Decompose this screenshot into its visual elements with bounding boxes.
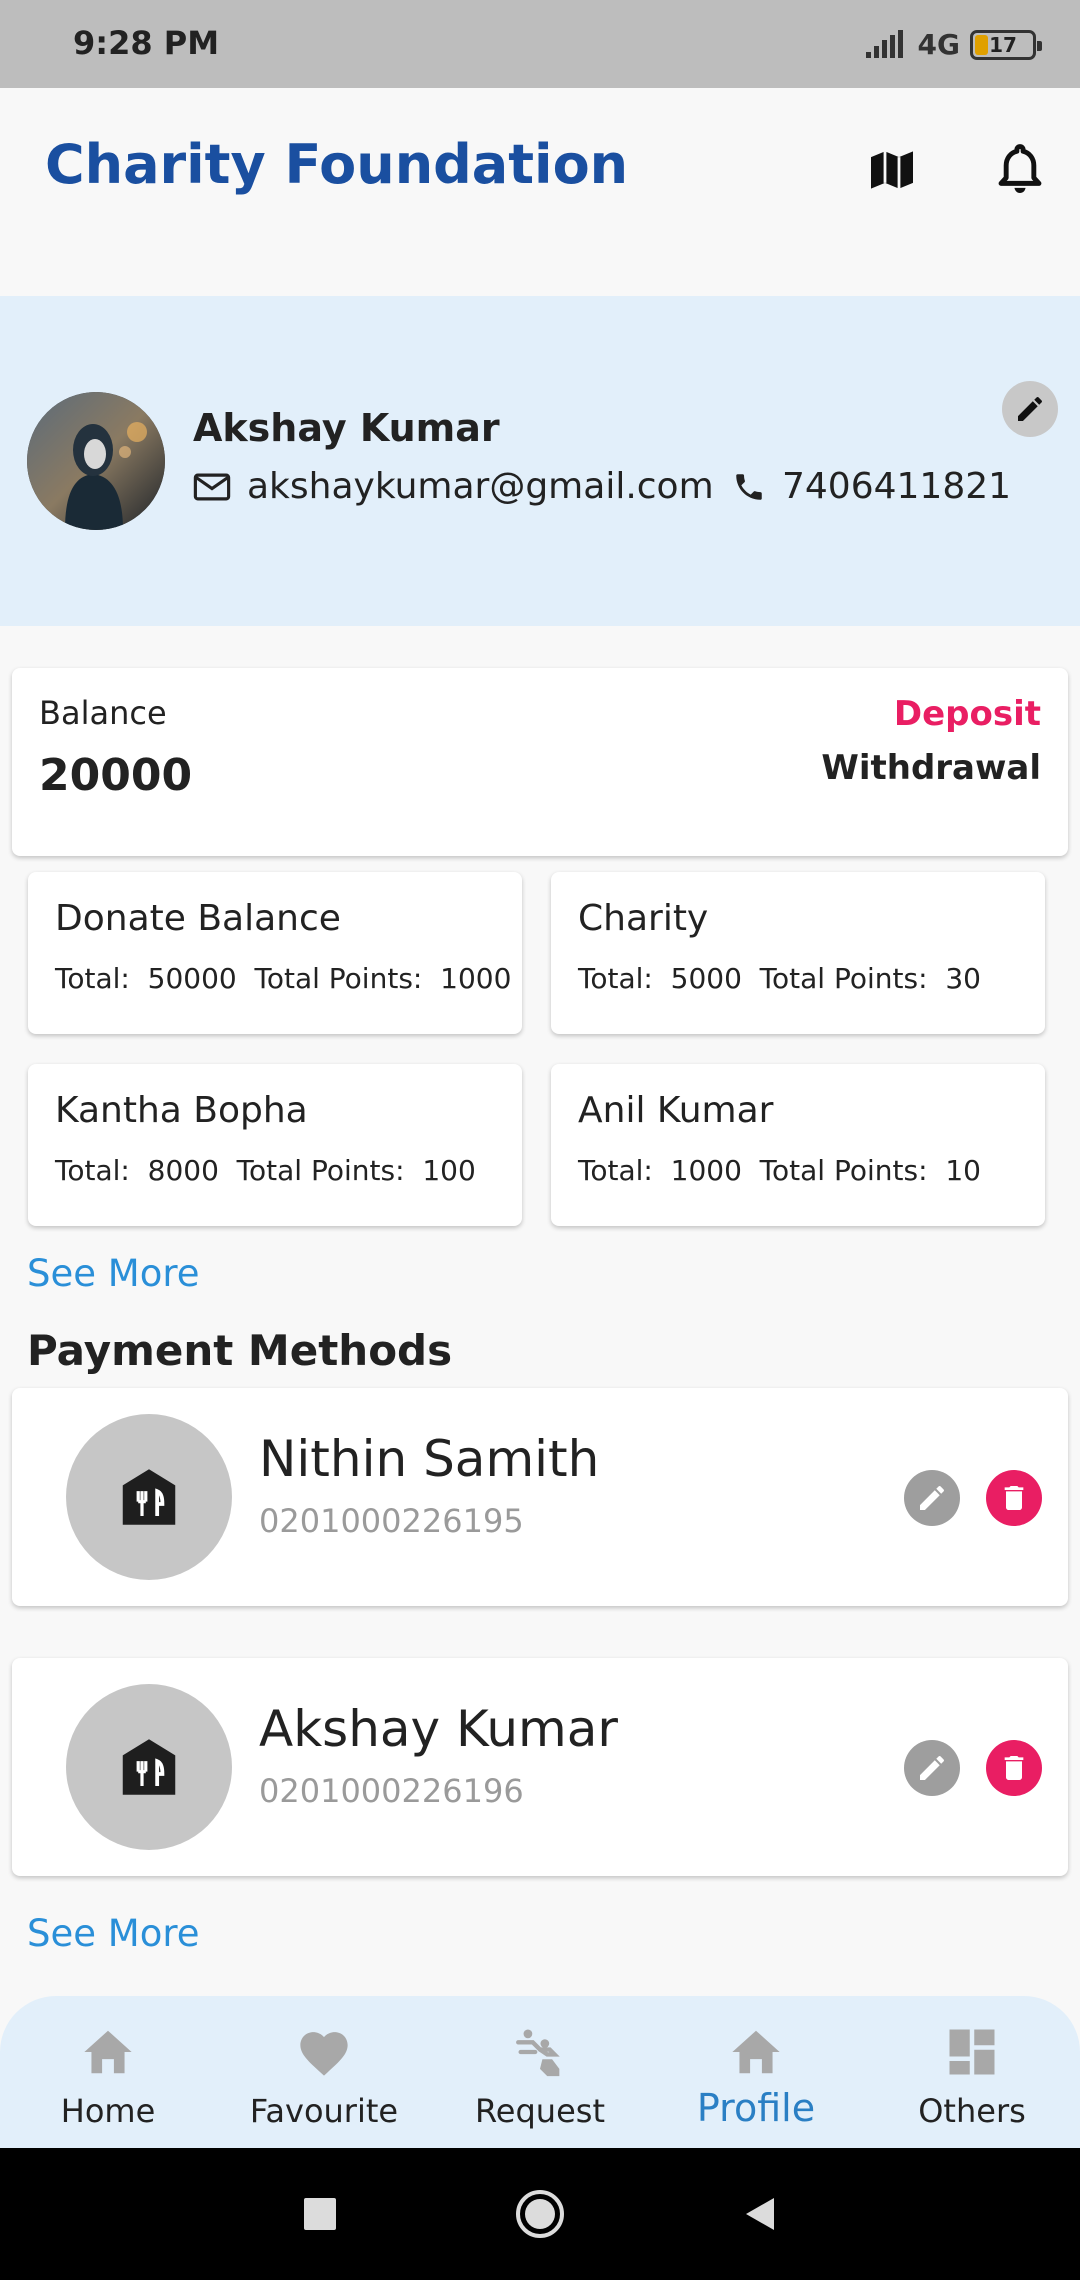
status-time: 9:28 PM [73,24,220,62]
profile-phone: 7406411821 [782,466,1012,507]
profile-email: akshaykumar@gmail.com [247,466,714,507]
map-icon[interactable] [860,138,924,202]
app-title: Charity Foundation [45,133,629,196]
see-more-payment-link[interactable]: See More [27,1912,200,1955]
profile-email-row: akshaykumar@gmail.com [193,466,714,507]
pencil-icon [920,1756,944,1780]
phone-icon [736,473,762,500]
delete-payment-button[interactable] [986,1740,1042,1796]
profile-phone-row: 7406411821 [732,466,1011,507]
system-navigation-bar [0,2148,1080,2280]
nav-label: Profile [696,2086,816,2130]
payment-method-card[interactable]: Akshay Kumar 0201000226196 [12,1658,1068,1876]
network-type: 4G [917,28,960,61]
stat-card-charity[interactable]: Charity Total: 5000 Total Points: 30 [551,872,1045,1034]
withdrawal-button[interactable]: Withdrawal [821,748,1041,788]
delete-payment-button[interactable] [986,1470,1042,1526]
pencil-icon [1018,397,1042,421]
stat-title: Donate Balance [55,898,341,939]
profile-section: Akshay Kumar akshaykumar@gmail.com 74064… [0,296,1080,626]
restaurant-icon [66,1684,232,1850]
payment-method-card[interactable]: Nithin Samith 0201000226195 [12,1388,1068,1606]
home-icon [726,2022,786,2082]
profile-name: Akshay Kumar [193,406,500,450]
back-icon[interactable] [724,2178,796,2250]
nav-request[interactable]: Request [432,1996,648,2148]
stat-detail: Total: 1000 Total Points: 10 [578,1154,981,1187]
dashboard-icon [942,2022,1002,2082]
stat-detail: Total: 50000 Total Points: 1000 [55,962,512,995]
restaurant-icon [66,1414,232,1580]
pencil-icon [920,1486,944,1510]
trash-icon [1004,1486,1024,1510]
nav-label: Others [918,2092,1026,2130]
recents-icon[interactable] [284,2178,356,2250]
request-icon [510,2022,570,2082]
nav-others[interactable]: Others [864,1996,1080,2148]
balance-label: Balance [39,694,167,732]
payment-method-account: 0201000226196 [259,1772,524,1810]
stat-title: Anil Kumar [578,1090,774,1131]
stat-detail: Total: 8000 Total Points: 100 [55,1154,476,1187]
stat-detail: Total: 5000 Total Points: 30 [578,962,981,995]
balance-value: 20000 [39,750,193,801]
stat-title: Charity [578,898,709,939]
see-more-stats-link[interactable]: See More [27,1252,200,1295]
signal-icon [865,29,903,58]
nav-label: Home [60,2092,156,2130]
edit-payment-button[interactable] [904,1740,960,1796]
mail-icon [193,473,231,500]
home-button-icon[interactable] [504,2178,576,2250]
avatar[interactable] [27,392,165,530]
bell-icon[interactable] [988,138,1052,202]
battery-icon: 17 [970,29,1042,60]
nav-label: Request [475,2092,605,2130]
stat-card-anil-kumar[interactable]: Anil Kumar Total: 1000 Total Points: 10 [551,1064,1045,1226]
edit-profile-button[interactable] [1002,381,1058,437]
payment-method-name: Nithin Samith [259,1430,600,1488]
nav-home[interactable]: Home [0,1996,216,2148]
stat-card-kantha-bopha[interactable]: Kantha Bopha Total: 8000 Total Points: 1… [28,1064,522,1226]
payment-method-account: 0201000226195 [259,1502,524,1540]
edit-payment-button[interactable] [904,1470,960,1526]
bottom-navigation: Home Favourite Request Profile Others [0,1996,1080,2148]
deposit-button[interactable]: Deposit [894,694,1041,734]
balance-card: Balance 20000 Deposit Withdrawal [12,668,1068,856]
payment-method-name: Akshay Kumar [259,1700,618,1758]
nav-label: Favourite [249,2092,399,2130]
app-header: Charity Foundation [0,88,1080,296]
home-icon [78,2022,138,2082]
payment-methods-title: Payment Methods [27,1326,453,1375]
nav-profile[interactable]: Profile [648,1996,864,2148]
trash-icon [1004,1756,1024,1780]
status-bar: 9:28 PM 4G 17 [0,0,1080,88]
battery-level: 17 [989,32,1017,57]
stat-card-donate-balance[interactable]: Donate Balance Total: 50000 Total Points… [28,872,522,1034]
stat-title: Kantha Bopha [55,1090,308,1131]
heart-icon [294,2022,354,2082]
status-indicators: 4G 17 [864,28,1042,61]
nav-favourite[interactable]: Favourite [216,1996,432,2148]
